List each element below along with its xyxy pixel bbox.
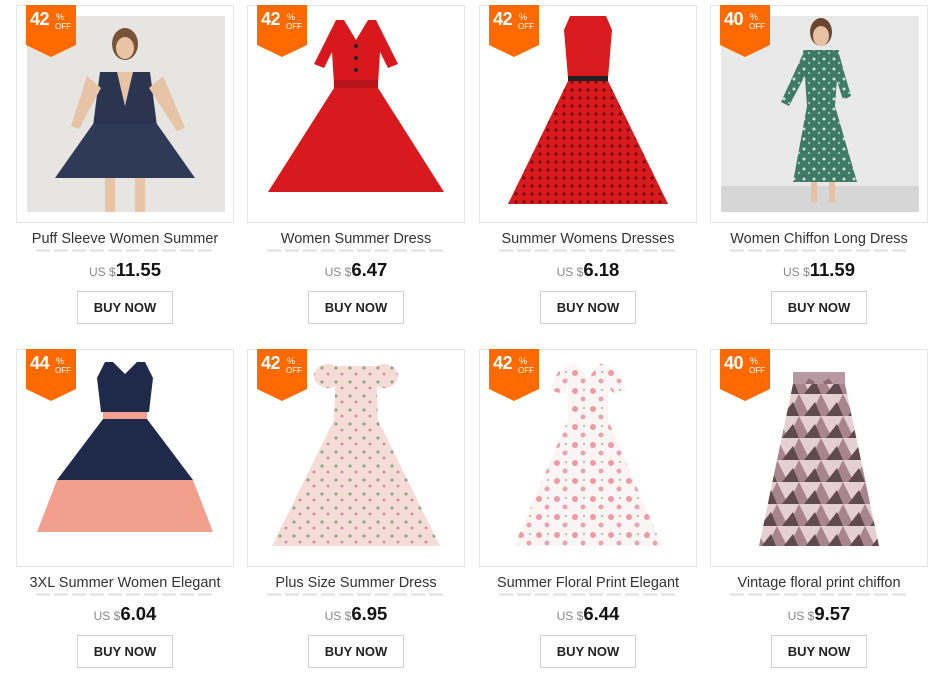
discount-off-label: OFF [55, 366, 71, 375]
buy-now-button[interactable]: BUY NOW [771, 635, 867, 668]
product-title-overflow [267, 593, 445, 596]
product-title-overflow [730, 249, 908, 252]
discount-value: 42 [493, 9, 513, 29]
product-title-overflow [36, 593, 214, 596]
buy-now-button[interactable]: BUY NOW [77, 291, 173, 324]
price-currency: US $ [324, 265, 352, 279]
product-title-overflow [499, 249, 677, 252]
discount-value: 42 [30, 9, 50, 29]
buy-now-button[interactable]: BUY NOW [308, 635, 404, 668]
discount-value: 42 [261, 353, 281, 373]
discount-percent-sign: % [56, 12, 65, 22]
product-title[interactable]: Summer Womens Dresses [479, 231, 697, 248]
discount-percent-sign: % [287, 356, 296, 366]
discount-off-label: OFF [55, 22, 71, 31]
product-price: US $11.55 [16, 258, 234, 284]
product-price: US $6.18 [479, 258, 697, 284]
product-price: US $6.04 [16, 602, 234, 628]
product-price: US $9.57 [710, 602, 928, 628]
product-price: US $6.47 [247, 258, 465, 284]
discount-off-label: OFF [286, 22, 302, 31]
discount-badge: 42 % OFF [257, 5, 307, 57]
price-amount: 11.59 [809, 259, 855, 280]
product-title[interactable]: Summer Floral Print Elegant [479, 575, 697, 592]
product-title[interactable]: Plus Size Summer Dress [247, 575, 465, 592]
price-amount: 6.95 [351, 603, 388, 624]
product-grid: 42 % OFF Puff Sleeve Women Summer US $11… [0, 0, 943, 682]
product-title[interactable]: Women Chiffon Long Dress [710, 231, 928, 248]
product-title[interactable]: Puff Sleeve Women Summer [16, 231, 234, 248]
product-title-overflow [267, 249, 445, 252]
discount-badge: 42 % OFF [489, 5, 539, 57]
product-title-overflow [36, 249, 214, 252]
discount-off-label: OFF [518, 366, 534, 375]
product-price: US $6.44 [479, 602, 697, 628]
price-currency: US $ [783, 265, 810, 279]
price-amount: 6.44 [583, 603, 620, 624]
discount-percent-sign: % [519, 356, 528, 366]
product-price: US $11.59 [710, 258, 928, 284]
discount-badge: 40 % OFF [720, 349, 770, 401]
discount-off-label: OFF [749, 22, 765, 31]
price-currency: US $ [787, 609, 815, 623]
price-currency: US $ [556, 265, 584, 279]
product-title-overflow [730, 593, 908, 596]
price-amount: 11.55 [115, 259, 161, 280]
discount-value: 40 [724, 9, 744, 29]
buy-now-button[interactable]: BUY NOW [771, 291, 867, 324]
product-title-overflow [499, 593, 677, 596]
discount-badge: 42 % OFF [489, 349, 539, 401]
buy-now-button[interactable]: BUY NOW [540, 291, 636, 324]
discount-percent-sign: % [750, 12, 759, 22]
discount-off-label: OFF [518, 22, 534, 31]
product-title[interactable]: Women Summer Dress [247, 231, 465, 248]
product-title[interactable]: Vintage floral print chiffon [710, 575, 928, 592]
discount-badge: 42 % OFF [26, 5, 76, 57]
price-currency: US $ [89, 265, 116, 279]
discount-percent-sign: % [519, 12, 528, 22]
discount-badge: 44 % OFF [26, 349, 76, 401]
discount-badge: 42 % OFF [257, 349, 307, 401]
discount-value: 42 [261, 9, 281, 29]
price-amount: 6.04 [120, 603, 157, 624]
discount-percent-sign: % [750, 356, 759, 366]
discount-off-label: OFF [286, 366, 302, 375]
price-currency: US $ [556, 609, 584, 623]
product-title[interactable]: 3XL Summer Women Elegant [16, 575, 234, 592]
price-amount: 6.47 [351, 259, 388, 280]
discount-off-label: OFF [749, 366, 765, 375]
price-currency: US $ [93, 609, 121, 623]
discount-value: 42 [493, 353, 513, 373]
buy-now-button[interactable]: BUY NOW [77, 635, 173, 668]
price-amount: 9.57 [814, 603, 851, 624]
price-currency: US $ [324, 609, 352, 623]
discount-value: 40 [724, 353, 744, 373]
discount-badge: 40 % OFF [720, 5, 770, 57]
discount-percent-sign: % [287, 12, 296, 22]
discount-percent-sign: % [56, 356, 65, 366]
product-price: US $6.95 [247, 602, 465, 628]
discount-value: 44 [30, 353, 50, 373]
buy-now-button[interactable]: BUY NOW [540, 635, 636, 668]
buy-now-button[interactable]: BUY NOW [308, 291, 404, 324]
price-amount: 6.18 [583, 259, 620, 280]
